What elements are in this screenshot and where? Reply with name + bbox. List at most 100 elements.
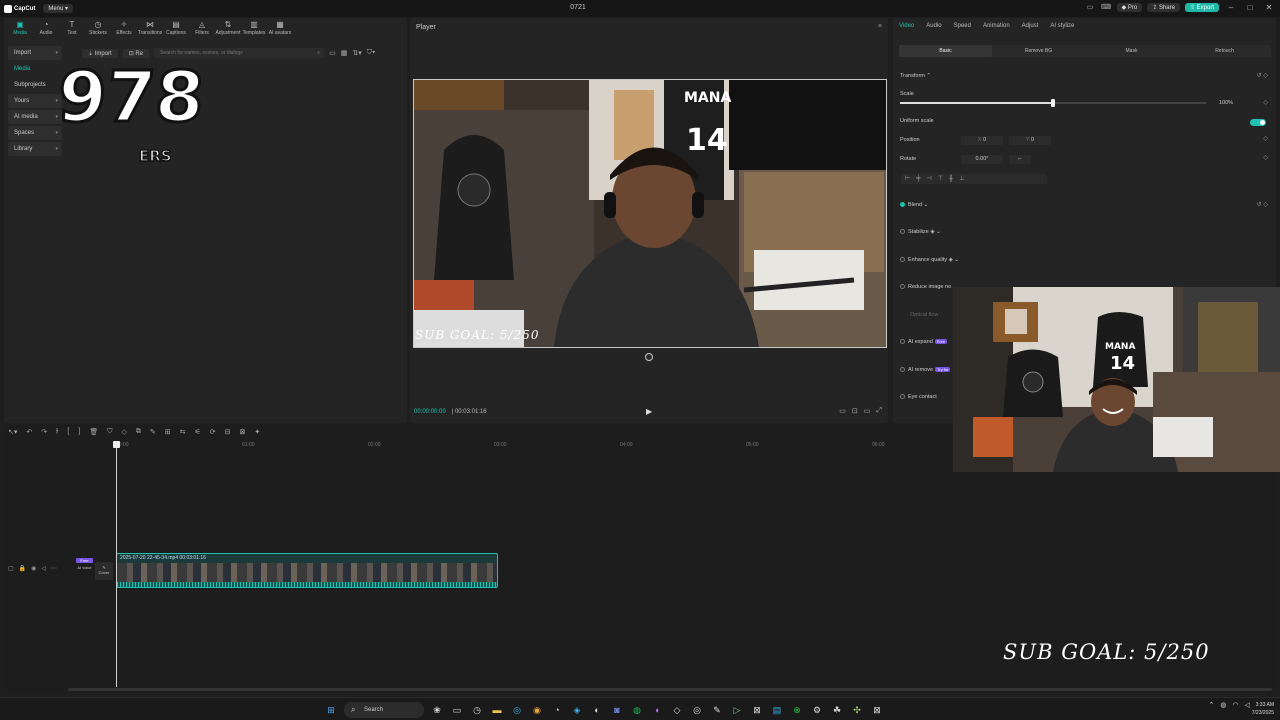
align-top-icon[interactable]: ⊤ — [938, 174, 943, 184]
subtab-mask[interactable]: Mask — [1085, 45, 1178, 57]
video-preview[interactable]: 14 MANA SUB GOAL: 5/250 — [413, 79, 887, 348]
tool-filters[interactable]: ◬ Filters — [190, 20, 214, 36]
chrome-icon[interactable]: ◉ — [530, 703, 544, 717]
position-x-input[interactable]: X 0 — [961, 136, 1003, 145]
undo-icon[interactable]: ↶ — [26, 428, 32, 436]
minimize-icon[interactable]: – — [1224, 3, 1238, 12]
delete-icon[interactable]: 🗑 — [89, 428, 98, 436]
xbox-icon[interactable]: ⊗ — [790, 703, 804, 717]
shield-icon[interactable]: ⛉ — [107, 428, 112, 436]
trim-left-icon[interactable]: [ — [67, 428, 69, 436]
clock-app-icon[interactable]: ◷ — [470, 703, 484, 717]
align-right-icon[interactable]: ⊣ — [927, 174, 932, 184]
tool-text[interactable]: T Text — [60, 20, 84, 36]
tab-audio[interactable]: Audio — [926, 23, 941, 29]
sidenav-item-yours[interactable]: Yours ▾ — [8, 94, 62, 108]
subtab-basic[interactable]: Basic — [899, 45, 992, 57]
tool-captions[interactable]: ▤ Captions — [164, 20, 188, 36]
quality-icon[interactable]: ▭ — [864, 407, 871, 415]
app4-icon[interactable]: ☘ — [830, 703, 844, 717]
tab-ai-stylize[interactable]: AI stylize — [1050, 23, 1074, 29]
discord-icon[interactable]: ◙ — [610, 703, 624, 717]
filter-icon[interactable]: ⛉▾ — [367, 49, 376, 57]
blend-row[interactable]: Blend ⌄ — [900, 202, 928, 208]
trim-right-icon[interactable]: ] — [78, 428, 80, 436]
tool-ai-avatars[interactable]: ▦ AI avatars — [268, 20, 292, 36]
tool-effects[interactable]: ✧ Effects — [112, 20, 136, 36]
sidenav-item-media[interactable]: Media — [8, 62, 62, 76]
github-icon[interactable]: ◔ — [550, 703, 564, 717]
uniform-scale-toggle[interactable] — [1250, 119, 1266, 126]
tool-audio[interactable]: ◔ Audio — [34, 20, 58, 36]
enhance-row[interactable]: Enhance quality ◈ ⌄ — [900, 257, 959, 263]
calculator-icon[interactable]: ▤ — [770, 703, 784, 717]
windows-start-icon[interactable]: ⊞ — [324, 703, 338, 717]
menu-button[interactable]: Menu ▾ — [43, 4, 74, 13]
app3-icon[interactable]: ✎ — [710, 703, 724, 717]
grid-view-icon[interactable]: ▦ — [341, 49, 348, 57]
headset-icon[interactable]: ◖ — [650, 703, 664, 717]
ai-voice-button[interactable]: Free AI voice — [76, 558, 93, 580]
redo-icon[interactable]: ↷ — [41, 428, 47, 436]
play-button[interactable]: ▶ — [646, 407, 652, 416]
ai-tool-icon[interactable]: ✎ — [150, 428, 156, 436]
eye-contact-row[interactable]: Eye contact — [900, 394, 937, 400]
sort-icon[interactable]: ⇅▾ — [352, 49, 361, 57]
keyframe-icon[interactable]: ◇ — [1263, 154, 1268, 161]
tool-templates[interactable]: ▥ Templates — [242, 20, 266, 36]
keyframe-icon[interactable]: ◇ — [1263, 99, 1268, 106]
taskbar-clock[interactable]: 3:33 AM 7/23/2025 — [1252, 701, 1274, 717]
ai-remove-row[interactable]: AI remove Try for — [900, 367, 951, 373]
shortcut-icon[interactable]: ⌨ — [1101, 3, 1112, 12]
tool-transitions[interactable]: ⋈ Transitions — [138, 20, 162, 36]
freeze-icon[interactable]: ⊞ — [165, 428, 171, 436]
record-indicator[interactable] — [645, 353, 653, 361]
cover-button[interactable]: ✎ Cover — [95, 562, 113, 580]
keyframe-icon[interactable]: ◇ — [1263, 202, 1268, 208]
tab-speed[interactable]: Speed — [954, 23, 971, 29]
app-icon[interactable]: ◈ — [570, 703, 584, 717]
enhance-checkbox[interactable] — [900, 257, 905, 263]
stabilize-row[interactable]: Stabilize ◈ ⌄ — [900, 229, 941, 235]
blend-checkbox[interactable] — [900, 202, 905, 208]
scale-value[interactable]: 100% — [1219, 100, 1233, 106]
ai-remove-checkbox[interactable] — [900, 367, 905, 373]
marker-icon[interactable]: ◇ — [121, 428, 126, 436]
layout-icon[interactable]: ▭ — [1085, 3, 1096, 12]
rotate-icon[interactable]: ⟳ — [210, 428, 216, 436]
reduce-noise-checkbox[interactable] — [900, 284, 905, 290]
magic-icon[interactable]: ✦ — [254, 428, 260, 436]
stabilize-checkbox[interactable] — [900, 229, 905, 235]
reverse-icon[interactable]: ⇆ — [180, 428, 186, 436]
position-y-input[interactable]: Y 0 — [1009, 136, 1051, 145]
tool-adjustment[interactable]: ⇅ Adjustment — [216, 20, 241, 36]
wifi-icon[interactable]: ◠ — [1233, 701, 1239, 709]
widgets-icon[interactable]: ❀ — [430, 703, 444, 717]
folder-icon[interactable]: ▭ — [329, 49, 336, 57]
align-center-h-icon[interactable]: ╪ — [916, 174, 920, 184]
sidenav-item-import[interactable]: Import ▾ — [8, 46, 62, 60]
eye-icon[interactable]: ◉ — [31, 565, 36, 572]
obs-icon[interactable]: ◎ — [690, 703, 704, 717]
sidenav-item-spaces[interactable]: Spaces ▾ — [8, 126, 62, 140]
transform-section[interactable]: Transform ⌃ — [900, 73, 931, 79]
sidenav-item-ai-media[interactable]: AI media ▾ — [8, 110, 62, 124]
app5-icon[interactable]: ✣ — [850, 703, 864, 717]
lock-icon[interactable]: 🔒 — [19, 565, 26, 572]
track-lock-icon[interactable]: ▢ — [8, 565, 14, 572]
subtab-remove-bg[interactable]: Remove BG — [992, 45, 1085, 57]
steam-icon[interactable]: ◐ — [590, 703, 604, 717]
timeline-scrollbar[interactable] — [68, 688, 1272, 691]
eye-contact-checkbox[interactable] — [900, 394, 905, 400]
volume-icon[interactable]: ◁ — [1245, 701, 1250, 709]
browser-icon[interactable]: ◎ — [510, 703, 524, 717]
tab-video[interactable]: Video — [899, 23, 914, 29]
menu-icon[interactable]: ≡ — [878, 23, 882, 30]
tab-animation[interactable]: Animation — [983, 23, 1010, 29]
keyframe-icon[interactable]: ◇ — [1263, 73, 1268, 79]
mute-icon[interactable]: ◁ — [41, 565, 46, 572]
pro-button[interactable]: ◆ Pro — [1116, 3, 1143, 12]
reset-icon[interactable]: ↺ — [1257, 73, 1262, 79]
split-icon[interactable]: ⫲ — [56, 428, 58, 436]
tab-adjust[interactable]: Adjust — [1022, 23, 1039, 29]
